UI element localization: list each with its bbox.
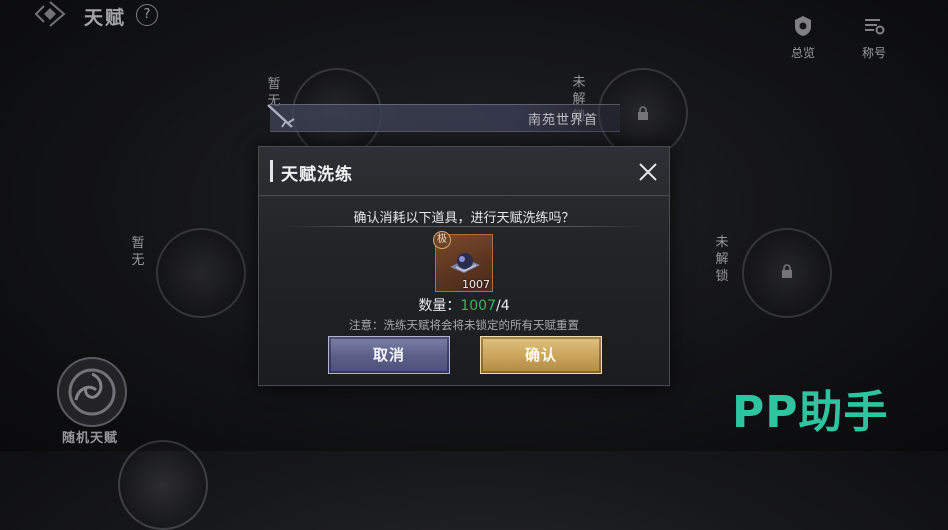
close-icon[interactable] [637,161,659,183]
reroll-item-icon [450,253,480,273]
cancel-button[interactable]: 取消 [328,336,450,374]
title-accent-bar [270,160,273,182]
warning-note: 注意：洗练天赋将会将未锁定的所有天赋重置 [349,318,579,332]
divider [287,226,641,227]
talent-reroll-dialog: 天赋洗练 确认消耗以下道具，进行天赋洗练吗？ 极 1007 数量：1007/4 … [258,146,670,386]
quantity-label: 数量： [418,298,461,314]
grade-badge: 极 [433,231,451,249]
confirm-button[interactable]: 确认 [480,336,602,374]
confirm-prompt: 确认消耗以下道具，进行天赋洗练吗？ [353,211,575,226]
watermark-logo: PP助手 [732,387,889,438]
quantity-line: 数量：1007/4 [259,295,669,315]
item-slot[interactable]: 极 1007 [433,231,493,292]
quantity-have: 1007 [460,298,496,314]
item-count: 1007 [462,278,490,291]
talent-slot-partial [118,440,208,530]
quantity-need: /4 [496,298,510,314]
dialog-title: 天赋洗练 [281,165,353,185]
